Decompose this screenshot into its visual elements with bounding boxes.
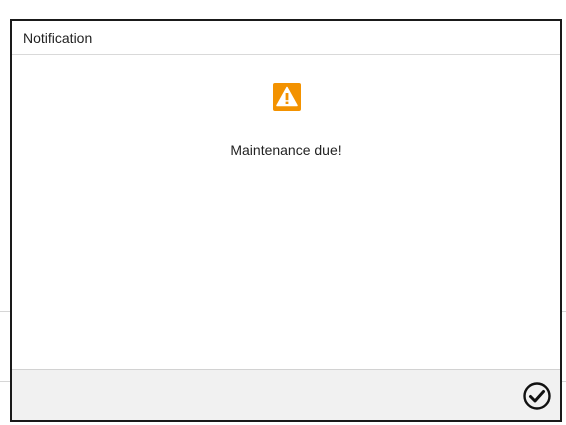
notification-dialog: Notification Maintenance due! [10,19,562,422]
warning-icon [273,83,301,111]
background-divider [562,311,566,312]
dialog-body: Maintenance due! [12,55,560,369]
dialog-title: Notification [23,30,93,46]
screen: Notification Maintenance due! [0,0,566,425]
notification-message: Maintenance due! [230,142,342,158]
background-divider [0,381,10,382]
confirm-button[interactable] [522,381,552,411]
dialog-footer [12,369,560,420]
background-divider [562,381,566,382]
dialog-header: Notification [12,21,560,55]
check-circle-icon [523,382,551,410]
background-divider [0,311,10,312]
